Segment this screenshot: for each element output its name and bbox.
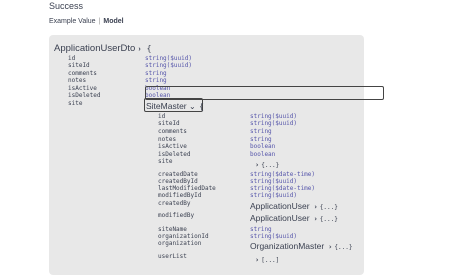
sm-prop-isDeleted: isDeleted — [158, 151, 191, 158]
model-prop-id: id — [68, 55, 76, 62]
sm-site-expander[interactable]: › {...} — [255, 161, 279, 169]
model-name: ApplicationUserDto — [54, 43, 136, 54]
model-type-notes: string — [145, 77, 167, 84]
sm-prop-notes: notes — [158, 136, 177, 143]
chevron-right-icon: › — [255, 161, 260, 169]
site-master-open-brace: { — [199, 102, 204, 111]
model-prop-comments: comments — [68, 70, 97, 77]
sm-prop-modifiedBy: modifiedBy — [158, 212, 195, 219]
sm-prop-isActive: isActive — [158, 143, 187, 150]
sm-type-isActive: boolean — [250, 143, 276, 150]
tab-separator: | — [98, 18, 101, 25]
sm-type-createdById: string($uuid) — [250, 178, 297, 185]
sm-type-organizationId: string($uuid) — [250, 233, 297, 240]
sm-prop-siteId: siteId — [158, 120, 180, 127]
tab-model[interactable]: Model — [103, 18, 123, 25]
model-type-siteId: string($uuid) — [145, 62, 192, 69]
sm-prop-createdDate: createdDate — [158, 171, 198, 178]
sm-prop-comments: comments — [158, 128, 187, 135]
sm-prop-organization: organization — [158, 240, 202, 247]
tab-example-value[interactable]: Example Value — [49, 18, 96, 25]
model-open-brace: { — [146, 44, 152, 53]
sm-type-isDeleted: boolean — [250, 151, 276, 158]
chevron-right-icon: › — [255, 256, 260, 264]
model-prop-site: site — [68, 100, 83, 107]
model-tabs: Example Value | Model — [49, 18, 124, 25]
sm-type-modifiedById: string($uuid) — [250, 192, 297, 199]
chevron-right-icon: › — [313, 203, 318, 211]
sm-organization-ref[interactable]: OrganizationMaster › {...} — [250, 241, 352, 251]
chevron-right-icon[interactable]: › — [138, 46, 140, 53]
sm-prop-lastModifiedDate: lastModifiedDate — [158, 185, 216, 192]
sm-type-lastModifiedDate: string($date-time) — [250, 185, 316, 192]
chevron-right-icon: › — [313, 215, 318, 223]
chevron-right-icon: › — [328, 243, 333, 251]
sm-type-notes: string — [250, 136, 272, 143]
site-master-name: SiteMaster — [146, 101, 187, 111]
sm-type-comments: string — [250, 128, 272, 135]
sm-type-siteName: string — [250, 226, 272, 233]
model-type-comments: string — [145, 70, 167, 77]
sm-prop-createdById: createdById — [158, 178, 198, 185]
sm-prop-organizationId: organizationId — [158, 233, 209, 240]
sm-prop-siteName: siteName — [158, 226, 187, 233]
sm-prop-createdBy: createdBy — [158, 200, 191, 207]
sm-type-id: string($uuid) — [250, 113, 297, 120]
sm-prop-userList: userList — [158, 253, 187, 260]
sm-modifiedBy-ref[interactable]: ApplicationUser › {...} — [250, 213, 338, 223]
model-prop-isDeleted: isDeleted — [68, 92, 101, 99]
sm-prop-modifiedById: modifiedById — [158, 192, 202, 199]
sm-type-siteId: string($uuid) — [250, 120, 297, 127]
model-prop-isActive: isActive — [68, 85, 97, 92]
sm-userList-expander[interactable]: › [...] — [255, 256, 279, 264]
model-prop-notes: notes — [68, 77, 87, 84]
sm-prop-site: site — [158, 158, 173, 165]
sm-createdBy-ref[interactable]: ApplicationUser › {...} — [250, 201, 338, 211]
sm-type-createdDate: string($date-time) — [250, 171, 316, 178]
model-type-id: string($uuid) — [145, 55, 192, 62]
model-prop-siteId: siteId — [68, 62, 90, 69]
chevron-down-icon[interactable]: ⌄ — [189, 102, 196, 111]
site-master-title[interactable]: SiteMaster ⌄ { — [146, 101, 204, 111]
model-title[interactable]: ApplicationUserDto › { — [54, 43, 152, 54]
sm-prop-id: id — [158, 113, 166, 120]
response-title: Success — [49, 1, 84, 11]
